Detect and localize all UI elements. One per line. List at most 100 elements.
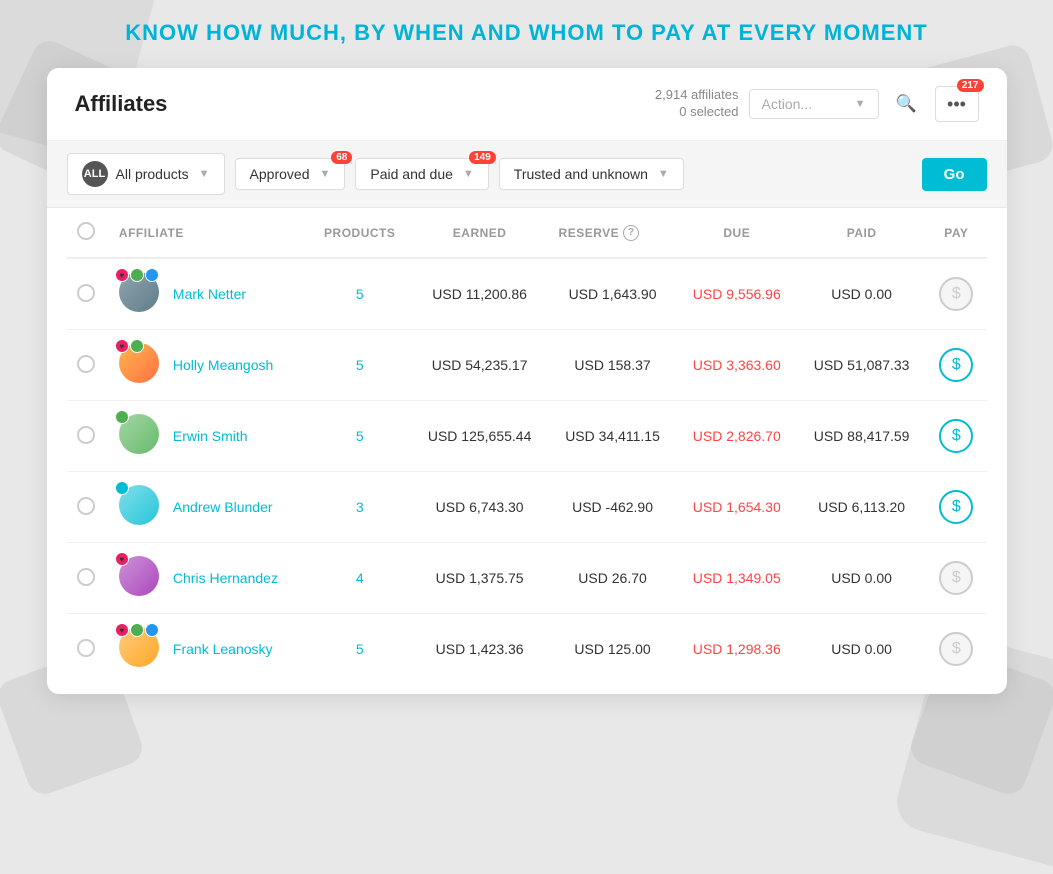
avatar-wrap: ♥ [119,556,163,600]
due-cell: USD 2,826.70 [677,401,797,472]
table-row: Andrew Blunder 3 USD 6,743.30 USD -462.9… [67,472,987,543]
table-area: AFFILIATE PRODUCTS EARNED RESERVE ? DUE … [47,208,1007,694]
affiliate-badge-teal-icon [115,481,129,495]
earned-cell: USD 1,375.75 [411,543,549,614]
products-count: 3 [356,499,364,515]
filter-paid-due[interactable]: 149 Paid and due ▼ [355,158,488,190]
filter-trusted[interactable]: Trusted and unknown ▼ [499,158,684,190]
pay-button-active[interactable]: $ [939,348,973,382]
selected-count-label: 0 selected [655,104,739,121]
affiliate-badge-green-icon [130,623,144,637]
earned-cell: USD 6,743.30 [411,472,549,543]
filter-all-products-label: All products [116,166,189,182]
pay-button-inactive: $ [939,632,973,666]
reserve-cell: USD 125.00 [549,614,677,685]
products-cell: 5 [309,258,411,330]
reserve-help-icon[interactable]: ? [623,225,639,241]
affiliate-name[interactable]: Holly Meangosh [173,357,273,373]
products-cell: 5 [309,401,411,472]
affiliate-badge-heart-icon: ♥ [115,339,129,353]
pay-cell: $ [926,614,986,685]
pay-cell: $ [926,472,986,543]
products-cell: 3 [309,472,411,543]
paid-cell: USD 0.00 [797,614,926,685]
row-checkbox-cell [67,614,109,685]
badge-icons: ♥ [115,339,144,353]
avatar-wrap: ♥ [119,343,163,387]
reserve-cell: USD 26.70 [549,543,677,614]
reserve-cell: USD 158.37 [549,330,677,401]
filter-paid-due-chevron: ▼ [463,168,474,180]
table-row: ♥ Mark Netter 5 USD 11,200.86 USD 1,643.… [67,258,987,330]
page-wrapper: KNOW HOW MUCH, BY WHEN AND WHOM TO PAY A… [0,0,1053,792]
search-button[interactable]: 🔍 [889,86,925,122]
filter-approved-chevron: ▼ [319,168,330,180]
filter-trusted-chevron: ▼ [658,168,669,180]
affiliates-count-label: 2,914 affiliates [655,87,739,104]
products-cell: 4 [309,543,411,614]
row-checkbox-4[interactable] [77,568,95,586]
affiliate-cell: ♥ Mark Netter [109,258,309,330]
search-icon: 🔍 [896,94,917,114]
row-checkbox-1[interactable] [77,355,95,373]
col-checkbox [67,208,109,258]
row-checkbox-2[interactable] [77,426,95,444]
table-row: ♥ Holly Meangosh 5 USD 54,235.17 USD 158… [67,330,987,401]
earned-cell: USD 54,235.17 [411,330,549,401]
due-cell: USD 9,556.96 [677,258,797,330]
filter-all-products[interactable]: ALL All products ▼ [67,153,225,195]
table-row: ♥ Frank Leanosky 5 USD 1,423.36 USD 125.… [67,614,987,685]
reserve-cell: USD 1,643.90 [549,258,677,330]
products-count: 4 [356,570,364,586]
all-icon: ALL [82,161,108,187]
products-cell: 5 [309,614,411,685]
due-amount: USD 1,298.36 [693,641,781,657]
filter-trusted-label: Trusted and unknown [514,166,648,182]
filter-approved[interactable]: 68 Approved ▼ [235,158,346,190]
avatar-wrap: ♥ [119,627,163,671]
row-checkbox-3[interactable] [77,497,95,515]
paid-cell: USD 51,087.33 [797,330,926,401]
affiliate-name[interactable]: Mark Netter [173,286,246,302]
go-button[interactable]: Go [922,158,987,191]
pay-button-inactive: $ [939,561,973,595]
affiliate-name[interactable]: Andrew Blunder [173,499,273,515]
row-checkbox-cell [67,330,109,401]
header-right: 2,914 affiliates 0 selected Action... ▼ … [655,86,979,122]
select-all-checkbox[interactable] [77,222,95,240]
affiliates-count: 2,914 affiliates 0 selected [655,87,739,121]
pay-cell: $ [926,401,986,472]
action-placeholder: Action... [762,96,813,112]
products-count: 5 [356,357,364,373]
products-count: 5 [356,428,364,444]
reserve-cell: USD -462.90 [549,472,677,543]
due-cell: USD 1,298.36 [677,614,797,685]
pay-button-active[interactable]: $ [939,490,973,524]
card-title: Affiliates [75,91,168,117]
paid-cell: USD 0.00 [797,543,926,614]
action-dropdown[interactable]: Action... ▼ [749,89,879,119]
earned-cell: USD 1,423.36 [411,614,549,685]
affiliate-badge-heart-icon: ♥ [115,268,129,282]
pay-button-active[interactable]: $ [939,419,973,453]
affiliate-name[interactable]: Frank Leanosky [173,641,273,657]
affiliate-cell: ♥ Frank Leanosky [109,614,309,685]
row-checkbox-0[interactable] [77,284,95,302]
products-count: 5 [356,641,364,657]
more-button[interactable]: 217 ••• [935,86,979,122]
affiliate-badge-blue-icon [145,268,159,282]
affiliate-name[interactable]: Chris Hernandez [173,570,278,586]
filter-approved-label: Approved [250,166,310,182]
due-amount: USD 3,363.60 [693,357,781,373]
earned-cell: USD 125,655.44 [411,401,549,472]
filter-all-products-chevron: ▼ [199,168,210,180]
paid-cell: USD 0.00 [797,258,926,330]
row-checkbox-cell [67,543,109,614]
col-paid: PAID [797,208,926,258]
row-checkbox-5[interactable] [77,639,95,657]
affiliate-cell: Erwin Smith [109,401,309,472]
badge-icons [115,410,129,424]
avatar-wrap [119,485,163,529]
table-row: ♥ Chris Hernandez 4 USD 1,375.75 USD 26.… [67,543,987,614]
affiliate-name[interactable]: Erwin Smith [173,428,248,444]
